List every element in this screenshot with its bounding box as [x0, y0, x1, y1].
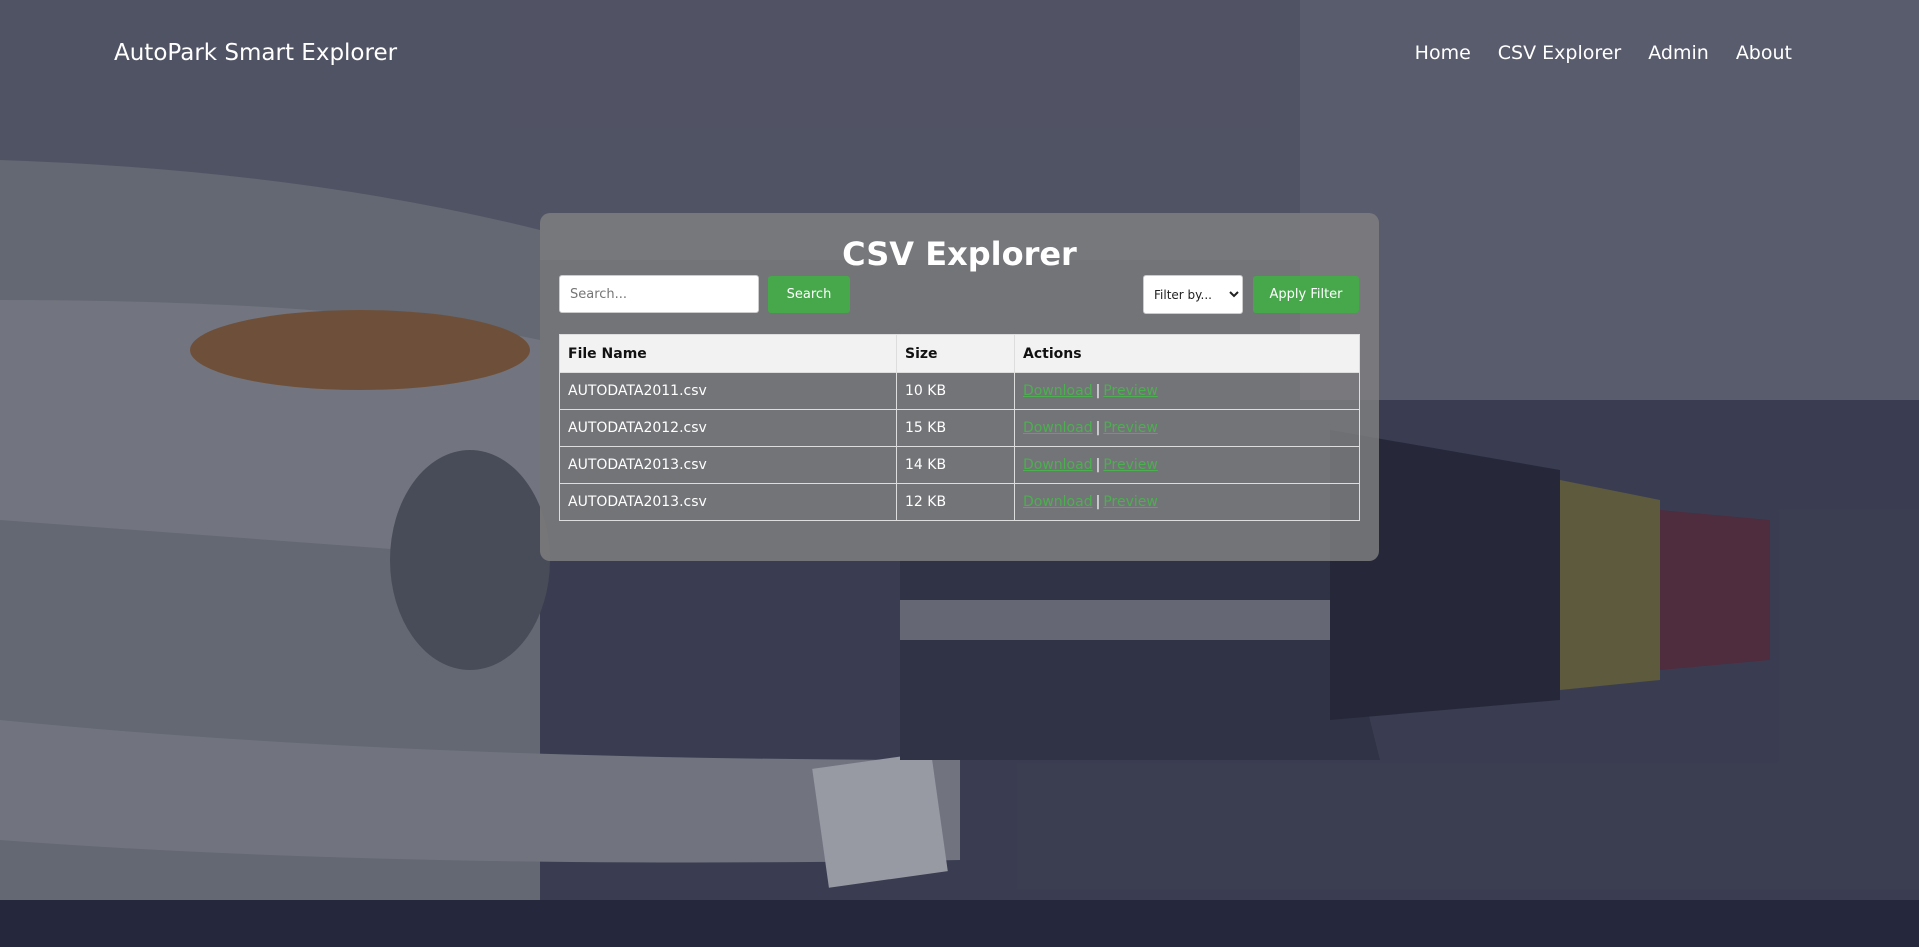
table-header-row: File Name Size Actions — [559, 334, 1360, 373]
preview-link[interactable]: Preview — [1103, 457, 1158, 473]
navbar: AutoPark Smart Explorer Home CSV Explore… — [0, 0, 1919, 112]
download-link[interactable]: Download — [1023, 383, 1093, 399]
table-row: AUTODATA2011.csv 10 KB Download | Preview — [559, 372, 1360, 410]
preview-link[interactable]: Preview — [1103, 420, 1158, 436]
preview-link[interactable]: Preview — [1103, 383, 1158, 399]
action-separator: | — [1095, 420, 1101, 436]
file-name-cell: AUTODATA2012.csv — [559, 409, 897, 447]
download-link[interactable]: Download — [1023, 494, 1093, 510]
file-size-cell: 14 KB — [896, 446, 1015, 484]
actions-cell: Download | Preview — [1014, 372, 1360, 410]
file-size-cell: 10 KB — [896, 372, 1015, 410]
nav-about[interactable]: About — [1736, 42, 1792, 64]
nav-admin[interactable]: Admin — [1648, 42, 1709, 64]
table-row: AUTODATA2013.csv 14 KB Download | Preview — [559, 446, 1360, 484]
table-row: AUTODATA2012.csv 15 KB Download | Preview — [559, 409, 1360, 447]
file-size-cell: 12 KB — [896, 483, 1015, 521]
preview-link[interactable]: Preview — [1103, 494, 1158, 510]
file-size-cell: 15 KB — [896, 409, 1015, 447]
column-header-size: Size — [896, 334, 1015, 373]
page-title: CSV Explorer — [842, 235, 1077, 273]
file-name-cell: AUTODATA2011.csv — [559, 372, 897, 410]
file-name-cell: AUTODATA2013.csv — [559, 483, 897, 521]
file-name-cell: AUTODATA2013.csv — [559, 446, 897, 484]
download-link[interactable]: Download — [1023, 457, 1093, 473]
actions-cell: Download | Preview — [1014, 483, 1360, 521]
nav-home[interactable]: Home — [1415, 42, 1471, 64]
table-row: AUTODATA2013.csv 12 KB Download | Preview — [559, 483, 1360, 521]
download-link[interactable]: Download — [1023, 420, 1093, 436]
files-table: File Name Size Actions AUTODATA2011.csv … — [559, 334, 1360, 521]
action-separator: | — [1095, 457, 1101, 473]
brand-link[interactable]: AutoPark Smart Explorer — [114, 40, 397, 66]
actions-cell: Download | Preview — [1014, 409, 1360, 447]
filter-select[interactable]: Filter by... — [1143, 275, 1243, 314]
action-separator: | — [1095, 494, 1101, 510]
apply-filter-button[interactable]: Apply Filter — [1253, 276, 1359, 313]
search-button[interactable]: Search — [768, 276, 850, 313]
search-input[interactable] — [559, 275, 759, 313]
actions-cell: Download | Preview — [1014, 446, 1360, 484]
csv-explorer-panel: CSV Explorer Search Filter by... Apply F… — [540, 213, 1379, 561]
nav-csv-explorer[interactable]: CSV Explorer — [1498, 42, 1621, 64]
column-header-file-name: File Name — [559, 334, 897, 373]
action-separator: | — [1095, 383, 1101, 399]
nav-links: Home CSV Explorer Admin About — [1415, 42, 1792, 64]
column-header-actions: Actions — [1014, 334, 1360, 373]
